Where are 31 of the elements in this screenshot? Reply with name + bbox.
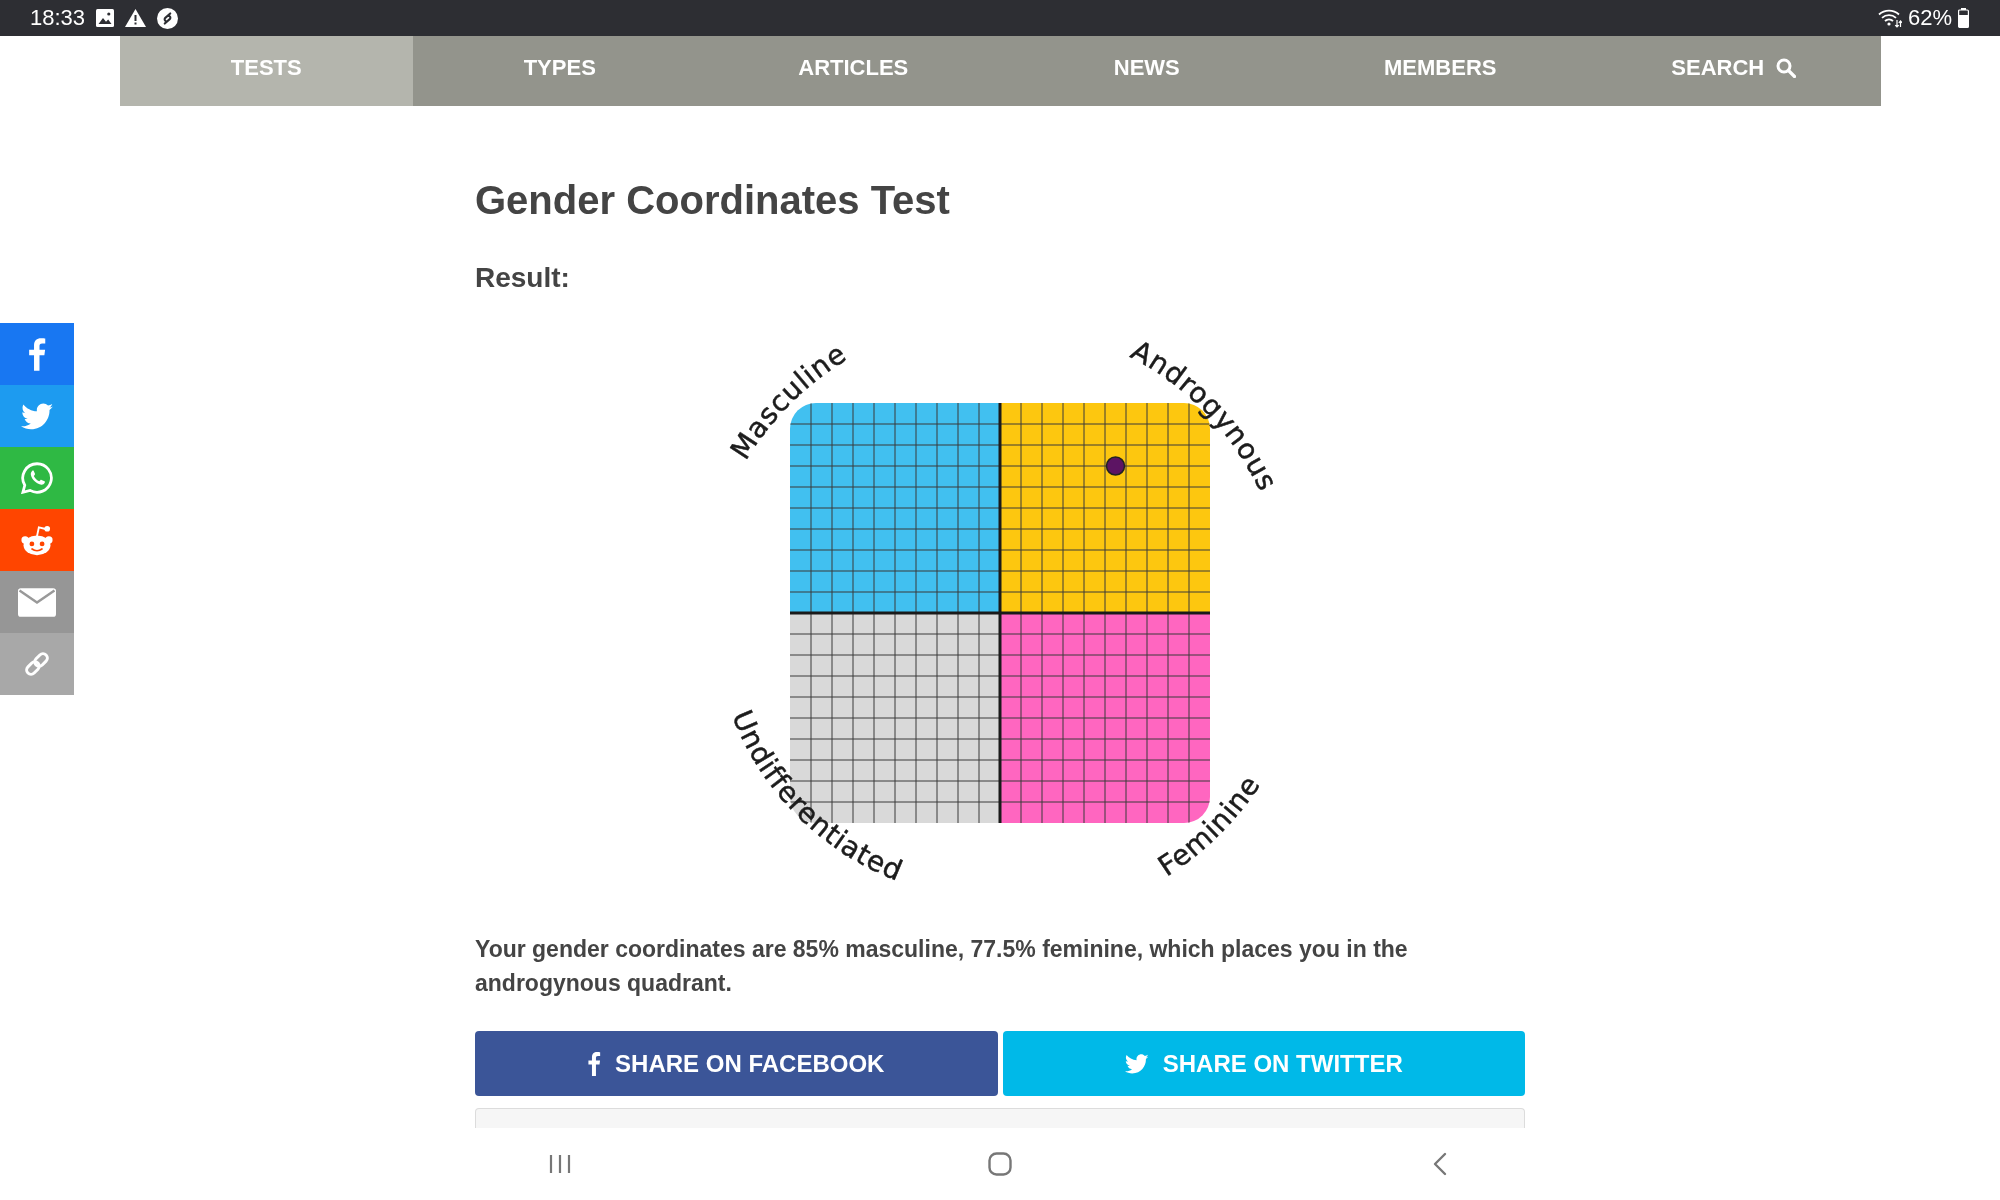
facebook-icon xyxy=(588,1051,602,1076)
status-time: 18:33 xyxy=(30,5,86,31)
share-icon-button[interactable] xyxy=(0,385,74,447)
twitter-icon xyxy=(20,402,54,430)
battery-icon xyxy=(1958,8,1969,28)
share-icon-button[interactable] xyxy=(0,509,74,571)
link-icon xyxy=(22,649,52,679)
swirl-circle-icon xyxy=(157,7,179,29)
result-heading: Result: xyxy=(475,261,571,295)
share-button[interactable]: SHARE ON FACEBOOK xyxy=(475,1031,998,1096)
share-icon-button[interactable] xyxy=(0,571,74,633)
reddit-icon xyxy=(20,524,54,556)
share-button[interactable]: SHARE ON TWITTER xyxy=(1002,1031,1525,1096)
wifi-icon xyxy=(1877,8,1902,28)
battery-percent: 62% xyxy=(1907,5,1952,31)
home-icon[interactable] xyxy=(988,1152,1012,1176)
mail-icon xyxy=(18,587,56,617)
whatsapp-icon xyxy=(21,462,53,494)
result-summary: Your gender coordinates are 85% masculine, 77.5% feminine, which places you in the androgynous quadrant. xyxy=(475,935,1409,998)
facebook-icon xyxy=(28,337,46,371)
warning-icon xyxy=(125,9,147,27)
recent-apps-icon[interactable] xyxy=(549,1154,571,1174)
share-icon-button[interactable] xyxy=(0,633,74,695)
twitter-icon xyxy=(1124,1053,1149,1074)
share-icon-button[interactable] xyxy=(0,323,74,385)
nav-link[interactable]: TESTS xyxy=(119,36,413,106)
page-title: Gender Coordinates Test xyxy=(475,177,951,223)
share-icon-button[interactable] xyxy=(0,447,74,509)
image-icon xyxy=(96,9,115,27)
back-icon[interactable] xyxy=(1433,1152,1447,1176)
search-icon xyxy=(1776,57,1797,78)
